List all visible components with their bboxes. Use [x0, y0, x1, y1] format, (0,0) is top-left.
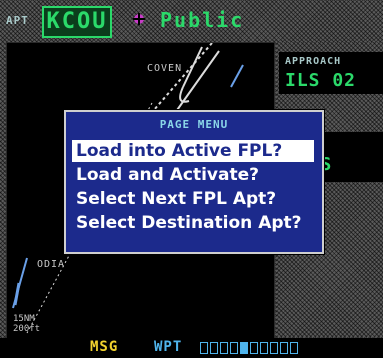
page-indicator-box: [200, 342, 208, 354]
page-indicator-box: [220, 342, 228, 354]
page-indicator-box: [260, 342, 268, 354]
waypoint-label: COVEN: [147, 63, 183, 74]
approach-box[interactable]: APPROACH ILS 02: [279, 52, 383, 94]
page-menu: PAGE MENU Load into Active FPL? Load and…: [64, 110, 324, 254]
menu-item-load-into-active-fpl[interactable]: Load into Active FPL?: [72, 140, 314, 162]
menu-item-load-and-activate[interactable]: Load and Activate?: [72, 164, 314, 186]
page-indicator-box: [280, 342, 288, 354]
page-indicator-box: [240, 342, 248, 354]
page-indicator: [200, 342, 298, 354]
airport-identifier-field[interactable]: KCOU: [42, 6, 112, 38]
map-scale-unit: NM: [23, 314, 35, 324]
page-indicator-box: [270, 342, 278, 354]
status-bar: MSG WPT: [0, 338, 383, 358]
msg-annunciator[interactable]: MSG: [90, 339, 118, 355]
map-scale: 15NM 200ft: [13, 314, 40, 334]
map-scale-label: 200ft: [13, 324, 41, 334]
page-menu-title: PAGE MENU: [159, 118, 229, 131]
apt-label: APT: [6, 14, 29, 27]
page-group-label: WPT: [154, 339, 183, 355]
menu-item-select-destination-apt[interactable]: Select Destination Apt?: [72, 212, 314, 234]
airport-symbol-icon: [133, 13, 145, 25]
airport-header: APT KCOU Public: [0, 0, 383, 40]
airport-identifier: KCOU: [46, 9, 108, 34]
map-scale-range: 15: [13, 314, 24, 324]
approach-title: APPROACH: [285, 56, 342, 67]
page-indicator-box: [290, 342, 298, 354]
waypoint-label: ODIA: [37, 259, 66, 270]
page-indicator-box: [210, 342, 218, 354]
approach-value: ILS 02: [285, 70, 357, 91]
airport-type: Public: [160, 8, 245, 32]
page-indicator-box: [230, 342, 238, 354]
gps-screen: APT KCOU Public COVEN ODIA 15NM 200ft AP…: [0, 0, 383, 358]
page-indicator-box: [250, 342, 258, 354]
menu-item-select-next-fpl-apt[interactable]: Select Next FPL Apt?: [72, 188, 314, 210]
